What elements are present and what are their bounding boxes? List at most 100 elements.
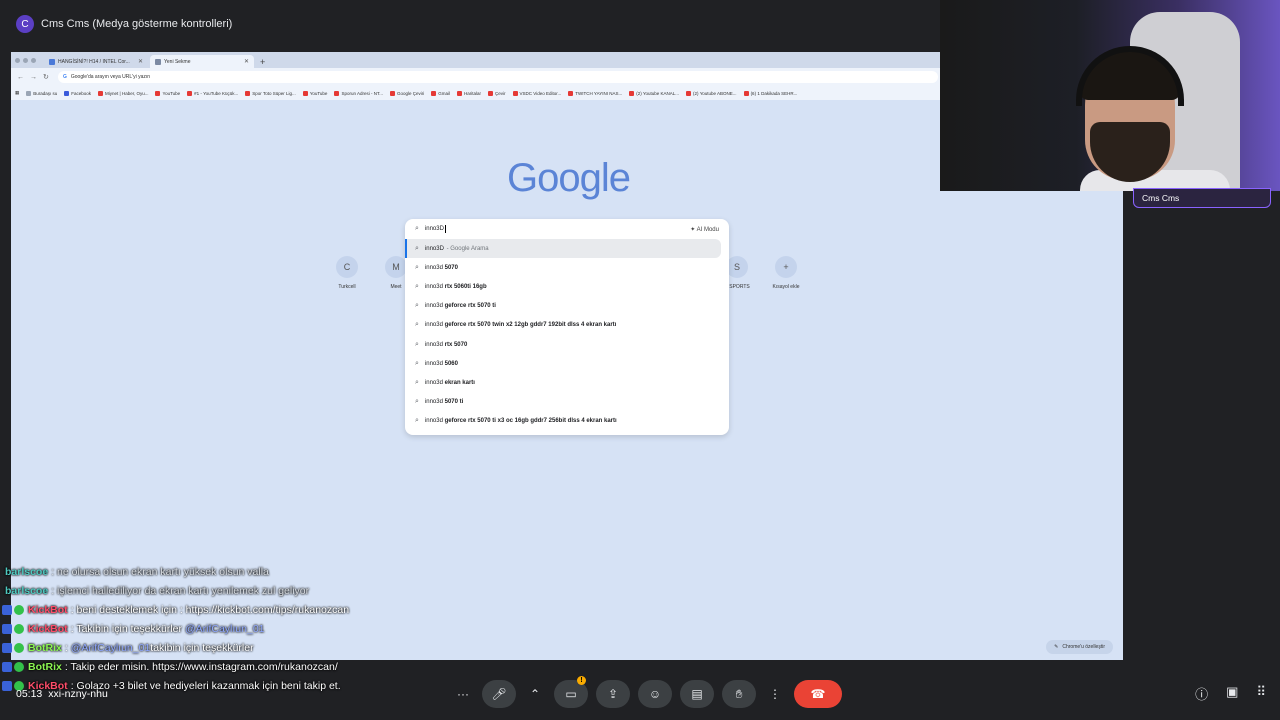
suggestion-completion: geforce rtx 5070 ti xyxy=(444,303,496,310)
verified-badge-icon xyxy=(14,623,24,634)
chevron-up-icon[interactable]: ⌃ xyxy=(524,680,546,708)
raise-hand-button[interactable]: ✋︎ xyxy=(722,680,756,708)
activities-grid-icon[interactable]: ⠿ xyxy=(1256,684,1266,703)
tab-close-icon[interactable]: ✕ xyxy=(138,58,143,65)
bookmark-item[interactable]: VSDC Video Editor... xyxy=(512,90,561,96)
bookmark-item[interactable]: Gmail xyxy=(431,90,450,96)
bookmark-item[interactable]: (2) Youtube ABONE... xyxy=(686,90,737,96)
microphone-button[interactable]: 🎤︎ xyxy=(482,680,516,708)
search-input[interactable]: ⌕ inno3D ✦ AI Modu xyxy=(405,219,729,239)
chat-badges xyxy=(2,642,24,653)
search-icon: ⌕ xyxy=(415,302,419,310)
meet-controls-bar: 05:13 xxi-nzny-nhu ··· 🎤︎ ⌃ ▭! ⇪ ☺ ▤ ✋︎ ⋮… xyxy=(0,668,1280,720)
presentation-title[interactable]: Cms Cms (Medya gösterme kontrolleri) xyxy=(41,18,232,30)
omnibox[interactable]: G Google'da arayın veya URL'yi yazın xyxy=(58,71,938,83)
chat-text: : ne olursa olsun ekran kartı yüksek ols… xyxy=(51,565,269,578)
new-tab-icon[interactable]: + xyxy=(260,57,265,67)
search-query: inno3D xyxy=(424,226,444,232)
captions-button[interactable]: ▤ xyxy=(680,680,714,708)
presenter-avatar: C xyxy=(16,15,34,33)
forward-icon[interactable]: → xyxy=(30,74,43,81)
suggestion-prefix: inno3d xyxy=(424,303,445,310)
search-icon: ⌕ xyxy=(415,417,419,425)
bookmark-item[interactable]: Buradaşı su xyxy=(26,90,57,96)
bookmark-item[interactable]: #1 - YouTube Küçük... xyxy=(187,90,239,96)
bookmark-item[interactable]: (2) Youtube KANAL... xyxy=(629,90,679,96)
search-icon: ⌕ xyxy=(415,398,419,406)
suggestion-item[interactable]: ⌕ inno3d rtx 5070 xyxy=(405,335,729,354)
search-icon: ⌕ xyxy=(415,321,419,329)
browser-tab-active[interactable]: Yeni Sekme ✕ xyxy=(150,55,254,68)
suggestion-prefix: inno3d xyxy=(424,418,445,425)
customize-chrome-button[interactable]: ✎ Chrome'u özelleştir xyxy=(1046,640,1113,654)
bookmark-label: Facebook xyxy=(71,90,92,96)
meeting-time: 05:13 xyxy=(16,688,43,700)
suggestion-prefix: inno3d xyxy=(424,399,445,406)
suggestion-item[interactable]: ⌕ inno3d geforce rtx 5070 ti xyxy=(405,297,729,316)
reactions-button[interactable]: ☺ xyxy=(638,680,672,708)
bookmark-item[interactable]: Google Çeviri xyxy=(389,90,424,96)
chat-text: : beni desteklemek için : https://kickbo… xyxy=(70,603,350,616)
end-call-button[interactable]: ☎ xyxy=(794,680,842,708)
camera-icon: ▭ xyxy=(565,687,577,701)
bookmark-item[interactable]: Spor Toto Süper Lig... xyxy=(245,90,296,96)
search-icon: ⌕ xyxy=(415,282,419,290)
bookmark-icon xyxy=(187,90,193,96)
back-icon[interactable]: ← xyxy=(17,74,30,81)
tab-close-icon[interactable]: ✕ xyxy=(244,58,249,65)
emoji-icon: ☺ xyxy=(648,687,662,701)
bookmark-item[interactable]: YouTube xyxy=(155,90,180,96)
suggestion-prefix: inno3d xyxy=(424,341,445,348)
suggestion-item[interactable]: ⌕ inno3D - Google Arama xyxy=(405,239,721,259)
bookmark-item[interactable]: Facebook xyxy=(64,90,92,96)
bookmark-icon xyxy=(64,90,70,96)
reload-icon[interactable]: ↻ xyxy=(43,73,56,81)
chat-mention: @ArifCaylıun_01 xyxy=(70,641,151,654)
suggestion-item[interactable]: ⌕ inno3d 5070 xyxy=(405,258,729,277)
chat-icon[interactable]: ▣ xyxy=(1226,684,1238,703)
phone-hangup-icon: ☎ xyxy=(810,687,826,701)
hand-icon: ✋︎ xyxy=(735,686,743,701)
suggestion-prefix: inno3d xyxy=(424,283,445,290)
suggestion-prefix: inno3d xyxy=(424,379,445,386)
bookmark-label: Gmail xyxy=(438,90,450,96)
chat-message: barlscoe: işlemci hallediliyor da ekran … xyxy=(0,581,470,600)
suggestion-item[interactable]: ⌕ inno3d 5060 xyxy=(405,354,729,373)
suggestion-item[interactable]: ⌕ inno3d ekran kartı xyxy=(405,373,729,392)
suggestion-item[interactable]: ⌕ inno3d geforce rtx 5070 twin x2 12gb gd… xyxy=(405,316,729,335)
bookmark-label: (2) Youtube ABONE... xyxy=(693,90,737,96)
bookmark-item[interactable]: Sporun Adresi - NT... xyxy=(334,90,383,96)
bookmark-item[interactable]: Çevir xyxy=(488,90,506,96)
bookmark-icon xyxy=(568,90,574,96)
chat-badges xyxy=(2,604,24,615)
present-screen-button[interactable]: ⇪ xyxy=(596,680,630,708)
ai-mode-button[interactable]: ✦ AI Modu xyxy=(690,226,719,233)
verified-badge-icon xyxy=(14,642,24,653)
kebab-menu-icon[interactable]: ⋮ xyxy=(764,680,786,708)
shortcut-add[interactable]: + Kısayol ekle xyxy=(756,256,816,290)
bookmark-item[interactable]: Miynet | Haber, Oyu... xyxy=(98,90,148,96)
more-options-icon[interactable]: ··· xyxy=(452,680,474,708)
bookmark-item[interactable]: Haritalar xyxy=(457,90,481,96)
warning-icon: ! xyxy=(577,676,586,685)
bookmark-item[interactable]: TWITCH YAYINI NAS... xyxy=(568,90,622,96)
suggestion-item[interactable]: ⌕ inno3d geforce rtx 5070 ti x3 oc 16gb g… xyxy=(405,412,729,431)
camera-button[interactable]: ▭! xyxy=(554,676,588,708)
bookmark-item[interactable]: (6) 1 Dakikada SEHR... xyxy=(743,90,797,96)
search-icon: ⌕ xyxy=(415,244,419,252)
search-icon: ⌕ xyxy=(415,225,419,232)
suggestion-text: inno3d geforce rtx 5070 ti xyxy=(425,303,497,309)
bookmark-item[interactable]: YouTube xyxy=(302,90,327,96)
bookmark-label: #1 - YouTube Küçük... xyxy=(194,90,239,96)
suggestion-list: ⌕ inno3D - Google Arama ⌕ inno3d 5070 ⌕ inno3… xyxy=(405,239,729,431)
browser-tab[interactable]: HANGİSİNİ?! H14 / INTEL Cor... ✕ xyxy=(44,55,148,68)
suggestion-item[interactable]: ⌕ inno3d rtx 5060ti 16gb xyxy=(405,277,729,296)
apps-icon[interactable]: ▦ xyxy=(15,90,19,96)
bookmark-label: Spor Toto Süper Lig... xyxy=(252,90,296,96)
chat-text: : xyxy=(64,641,68,654)
info-icon[interactable]: ⓘ xyxy=(1195,684,1208,703)
suggestion-prefix: inno3d xyxy=(424,360,445,367)
suggestion-item[interactable]: ⌕ inno3d 5070 ti xyxy=(405,393,729,412)
suggestion-completion: 5070 ti xyxy=(444,399,464,406)
tab-label: HANGİSİNİ?! H14 / INTEL Cor... xyxy=(58,58,130,65)
